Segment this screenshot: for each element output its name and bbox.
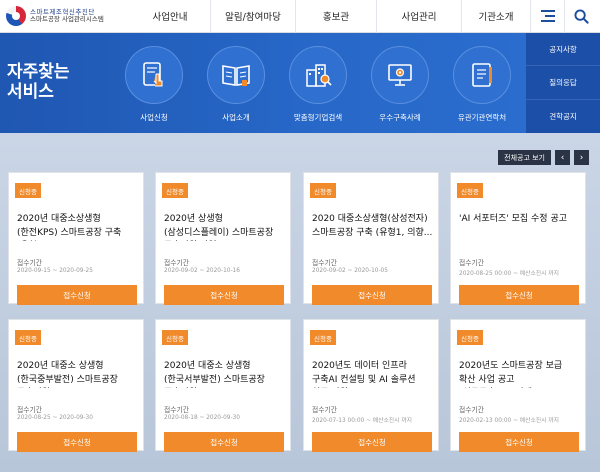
notice-card[interactable]: 신청중 2020년 대중소상생형(한전KPS) 스마트공장 구축 (유형2) 접… bbox=[8, 172, 144, 305]
period-label: 접수기간 bbox=[164, 406, 190, 414]
notice-card[interactable]: 신청중 2020년 대중소 상생형(한국중부발전) 스마트공장 구축지원 ...… bbox=[8, 319, 144, 452]
period-label: 접수기간 bbox=[312, 259, 338, 267]
notice-card[interactable]: 신청중 2020년도 스마트공장 보급 확산 사업 공고(신규구축)_(코디네.… bbox=[450, 319, 586, 452]
contact-book-icon bbox=[472, 63, 492, 87]
search-button[interactable] bbox=[564, 0, 598, 33]
notice-title[interactable]: 2020 대중소상생형(삼성전자) 스마트공장 구축 (유형1, 의향... bbox=[312, 213, 434, 241]
hamburger-icon bbox=[540, 10, 555, 22]
period-label: 접수기간 bbox=[459, 259, 485, 267]
nav-notice-participation[interactable]: 알림/참여마당 bbox=[211, 0, 295, 33]
government-emblem-icon bbox=[6, 6, 26, 26]
period-label: 접수기간 bbox=[459, 406, 485, 414]
top-header: 스마트제조혁신추진단 스마트공장 사업관리시스템 사업안내 알림/참여마당 홍보… bbox=[0, 0, 600, 33]
period-label: 접수기간 bbox=[17, 259, 43, 267]
prev-button[interactable]: ‹ bbox=[555, 150, 570, 165]
apply-button[interactable]: 접수신청 bbox=[459, 285, 579, 305]
period-label: 접수기간 bbox=[17, 406, 43, 414]
nav-institution-intro[interactable]: 기관소개 bbox=[462, 0, 530, 33]
side-quick-menu: 공지사항 질의응답 견학공지 bbox=[526, 33, 600, 133]
quick-service-title: 자주찾는 서비스 bbox=[7, 62, 70, 102]
main-nav: 사업안내 알림/참여마당 홍보관 사업관리 기관소개 bbox=[130, 0, 530, 33]
status-badge: 신청중 bbox=[15, 330, 41, 345]
side-item-notice[interactable]: 공지사항 bbox=[526, 33, 600, 67]
apply-button[interactable]: 접수신청 bbox=[459, 432, 579, 452]
apply-button[interactable]: 접수신청 bbox=[312, 432, 432, 452]
view-all-notices-button[interactable]: 전체공고 보기 bbox=[498, 150, 551, 165]
period-date: 2020-02-13 00:00 ~ 예산소진시 까지 bbox=[459, 418, 559, 424]
notice-title[interactable]: 2020년 대중소 상생형(한국서부발전) 스마트공장 구축지원 ... bbox=[164, 360, 286, 388]
period-date: 2020-09-02 ~ 2020-10-05 bbox=[312, 268, 388, 274]
notice-title[interactable]: 'AI 서포터즈' 모집 수정 공고 bbox=[459, 213, 581, 241]
status-badge: 신청중 bbox=[310, 330, 336, 345]
next-button[interactable]: › bbox=[574, 150, 589, 165]
side-item-qna[interactable]: 질의응답 bbox=[526, 66, 600, 100]
search-icon bbox=[574, 8, 589, 24]
quick-service-band: 자주찾는 서비스 사업신청 사업소개 맞춤형기업검색 우수구축사례 유관기관연락… bbox=[0, 33, 600, 133]
apply-button[interactable]: 접수신청 bbox=[312, 285, 432, 305]
notice-card[interactable]: 신청중 2020 대중소상생형(삼성전자) 스마트공장 구축 (유형1, 의향.… bbox=[303, 172, 439, 305]
building-search-icon bbox=[306, 64, 332, 87]
notice-title[interactable]: 2020년도 데이터 인프라 구축AI 컨설팅 및 AI 솔루션 실증 지원..… bbox=[312, 360, 434, 388]
period-date: 2020-09-02 ~ 2020-10-16 bbox=[164, 268, 240, 274]
notice-card[interactable]: 신청중 2020년 대중소 상생형(한국서부발전) 스마트공장 구축지원 ...… bbox=[155, 319, 291, 452]
nav-business-management[interactable]: 사업관리 bbox=[377, 0, 461, 33]
status-badge: 신청중 bbox=[162, 330, 188, 345]
period-date: 2020-08-18 ~ 2020-09-30 bbox=[164, 415, 240, 421]
side-item-tour[interactable]: 견학공지 bbox=[526, 100, 600, 133]
notice-title[interactable]: 2020년 상생형(삼성디스플레이) 스마트공장 구축지원 사업 bbox=[164, 213, 286, 241]
chevron-left-icon: ‹ bbox=[560, 152, 565, 163]
status-badge: 신청중 bbox=[15, 183, 41, 198]
notice-card[interactable]: 신청중 2020년 상생형(삼성디스플레이) 스마트공장 구축지원 사업 접수기… bbox=[155, 172, 291, 305]
nav-pr-hall[interactable]: 홍보관 bbox=[296, 0, 376, 33]
apply-button[interactable]: 접수신청 bbox=[17, 285, 137, 305]
open-book-icon bbox=[222, 65, 250, 86]
period-label: 접수기간 bbox=[164, 259, 190, 267]
status-badge: 신청중 bbox=[310, 183, 336, 198]
status-badge: 신청중 bbox=[457, 330, 483, 345]
notice-card[interactable]: 신청중 'AI 서포터즈' 모집 수정 공고 접수기간 2020-08-25 0… bbox=[450, 172, 586, 305]
notice-card[interactable]: 신청중 2020년도 데이터 인프라 구축AI 컨설팅 및 AI 솔루션 실증 … bbox=[303, 319, 439, 452]
touch-hand-icon bbox=[143, 62, 163, 87]
period-date: 2020-07-13 00:00 ~ 예산소진시 까지 bbox=[312, 418, 412, 424]
service-apply[interactable]: 사업신청 bbox=[114, 46, 194, 123]
menu-button[interactable] bbox=[530, 0, 564, 33]
notice-title[interactable]: 2020년 대중소상생형(한전KPS) 스마트공장 구축 (유형2) bbox=[17, 213, 139, 241]
status-badge: 신청중 bbox=[457, 183, 483, 198]
period-date: 2020-09-15 ~ 2020-09-25 bbox=[17, 268, 93, 274]
period-date: 2020-08-25 00:00 ~ 예산소진시 까지 bbox=[459, 271, 559, 277]
service-best-cases[interactable]: 우수구축사례 bbox=[360, 46, 440, 123]
apply-button[interactable]: 접수신청 bbox=[164, 432, 284, 452]
notice-title[interactable]: 2020년 대중소 상생형(한국중부발전) 스마트공장 구축지원 ... bbox=[17, 360, 139, 388]
notice-title[interactable]: 2020년도 스마트공장 보급 확산 사업 공고(신규구축)_(코디네... bbox=[459, 360, 581, 388]
status-badge: 신청중 bbox=[162, 183, 188, 198]
announcement-board: 전체공고 보기 ‹ › 신청중 2020년 대중소상생형(한전KPS) 스마트공… bbox=[0, 133, 600, 472]
service-intro[interactable]: 사업소개 bbox=[196, 46, 276, 123]
monitor-gear-icon bbox=[388, 64, 412, 86]
site-logo[interactable]: 스마트제조혁신추진단 스마트공장 사업관리시스템 bbox=[0, 0, 128, 33]
period-label: 접수기간 bbox=[312, 406, 338, 414]
apply-button[interactable]: 접수신청 bbox=[164, 285, 284, 305]
chevron-right-icon: › bbox=[579, 152, 584, 163]
nav-business-info[interactable]: 사업안내 bbox=[130, 0, 210, 33]
apply-button[interactable]: 접수신청 bbox=[17, 432, 137, 452]
service-contacts[interactable]: 유관기관연락처 bbox=[442, 46, 522, 123]
service-company-search[interactable]: 맞춤형기업검색 bbox=[278, 46, 358, 123]
logo-system-name: 스마트공장 사업관리시스템 bbox=[30, 15, 104, 23]
period-date: 2020-08-25 ~ 2020-09-30 bbox=[17, 415, 93, 421]
